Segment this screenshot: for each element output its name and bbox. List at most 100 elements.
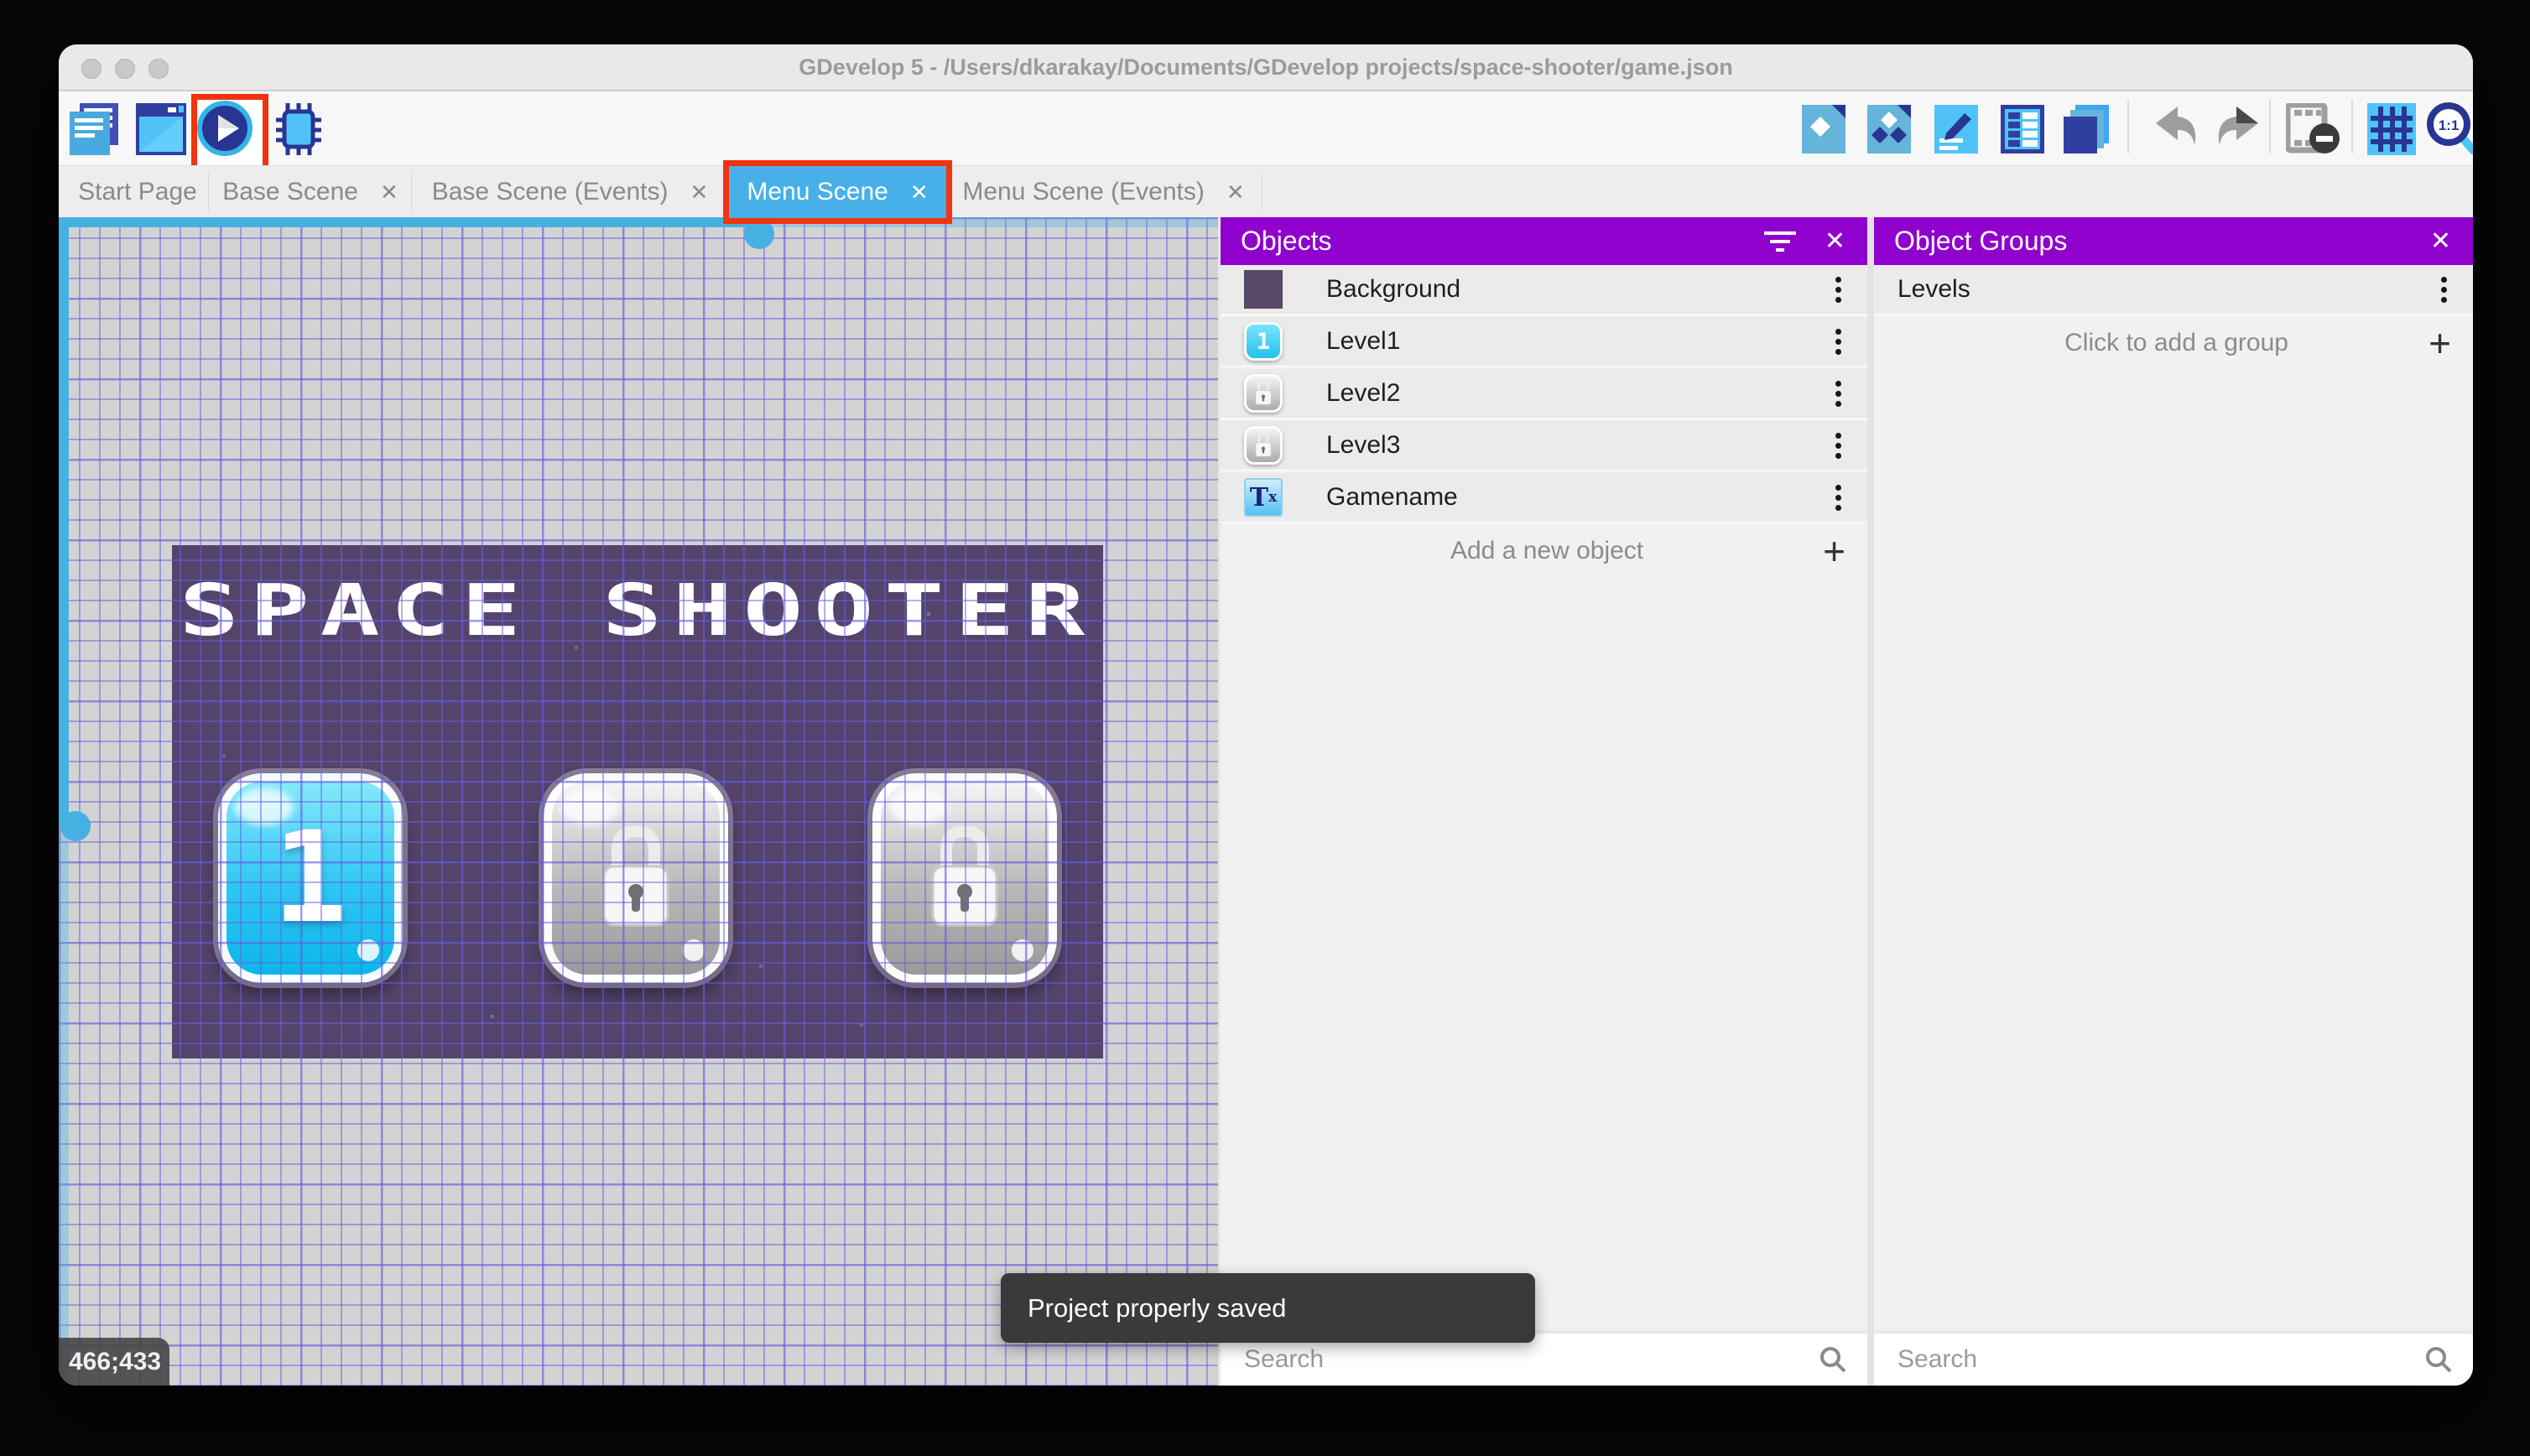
close-tab-icon[interactable]: ✕ [380, 179, 398, 205]
toolbar-separator [2351, 100, 2353, 153]
instances-list-icon[interactable] [2001, 105, 2044, 153]
scene-canvas[interactable]: SPACE SHOOTER 1 466;433 [59, 217, 1218, 1386]
scene-title-text: SPACE SHOOTER [179, 569, 1096, 653]
vertical-scroll-thumb[interactable] [59, 217, 69, 826]
row-menu-icon[interactable] [1835, 481, 1842, 515]
tab-label: Menu Scene (Events) [962, 178, 1205, 205]
close-panel-icon[interactable]: ✕ [2430, 226, 2451, 256]
button-dot [357, 939, 379, 961]
objects-search-input[interactable] [1242, 1344, 1819, 1375]
mask-icon[interactable] [2286, 103, 2341, 155]
tab-base-scene-events[interactable]: Base Scene (Events) ✕ [413, 166, 727, 218]
row-menu-icon[interactable] [2441, 273, 2448, 307]
lock-icon [1253, 433, 1273, 458]
object-groups-panel: Levels Click to add a group + [1874, 265, 2473, 1334]
background-thumbnail [1244, 270, 1283, 309]
level1-thumbnail: 1 [1244, 322, 1283, 361]
row-menu-icon[interactable] [1835, 273, 1842, 307]
properties-icon[interactable] [1934, 105, 1978, 153]
object-name: Level2 [1326, 379, 1401, 407]
add-group-row[interactable]: Click to add a group + [1874, 317, 2473, 369]
object-groups-search-bar [1874, 1334, 2473, 1386]
objects-panel: Background 1 Level1 Level2 Level3 Tx Gam… [1221, 265, 1867, 1334]
title-bar: GDevelop 5 - /Users/dkarakay/Documents/G… [59, 44, 2473, 91]
button-dot [683, 939, 705, 961]
canvas-panel-divider [1218, 217, 1221, 1386]
object-row-level2[interactable]: Level2 [1221, 369, 1867, 419]
grid-icon[interactable] [2367, 103, 2416, 155]
tab-bar: Start Page Base Scene ✕ Base Scene (Even… [59, 160, 2473, 224]
scene-editor-icon[interactable] [136, 103, 186, 155]
undo-icon[interactable] [2153, 105, 2201, 152]
tab-start-page[interactable]: Start Page [67, 166, 208, 218]
close-panel-icon[interactable]: ✕ [1825, 226, 1845, 256]
game-scene-background[interactable]: SPACE SHOOTER 1 [172, 545, 1103, 1058]
layers-icon[interactable] [2064, 105, 2111, 153]
level-2-locked-button[interactable] [544, 773, 728, 983]
project-manager-icon[interactable] [70, 103, 123, 155]
panel-divider[interactable] [1867, 217, 1874, 1386]
scene-stars [172, 545, 175, 549]
redo-icon[interactable] [2213, 105, 2262, 152]
tab-label: Start Page [78, 178, 197, 205]
object-row-level1[interactable]: 1 Level1 [1221, 317, 1867, 367]
tab-menu-scene-events[interactable]: Menu Scene (Events) ✕ [946, 166, 1261, 218]
lock-icon [1253, 381, 1273, 406]
tab-label: Menu Scene [747, 178, 888, 205]
level-1-button[interactable]: 1 [218, 773, 403, 983]
plus-icon[interactable]: + [1823, 528, 1845, 574]
object-name: Gamename [1326, 483, 1458, 511]
button-shine [889, 788, 948, 825]
object-name: Level3 [1326, 431, 1401, 459]
object-name: Level1 [1326, 327, 1401, 355]
row-menu-icon[interactable] [1835, 377, 1842, 411]
filter-icon[interactable] [1763, 226, 1796, 257]
tab-label: Base Scene [222, 178, 358, 205]
tab-menu-scene[interactable]: Menu Scene ✕ [723, 160, 952, 224]
button-shine [235, 788, 294, 825]
object-row-gamename[interactable]: Tx Gamename [1221, 473, 1867, 523]
level-3-locked-button[interactable] [872, 773, 1057, 983]
objects-panel-icon[interactable] [1802, 105, 1845, 153]
toolbar-separator [2127, 100, 2129, 153]
object-groups-panel-title: Object Groups [1894, 226, 2068, 256]
toast-message: Project properly saved [1028, 1292, 1287, 1323]
horizontal-scroll-thumb[interactable] [59, 217, 759, 227]
toolbar-separator [2269, 100, 2271, 153]
object-row-level3[interactable]: Level3 [1221, 421, 1867, 471]
tab-base-scene[interactable]: Base Scene ✕ [210, 166, 411, 218]
save-toast: Project properly saved [1001, 1273, 1535, 1343]
app-window: GDevelop 5 - /Users/dkarakay/Documents/G… [59, 44, 2473, 1386]
debug-icon[interactable] [273, 101, 325, 157]
add-new-object-row[interactable]: Add a new object + [1221, 525, 1867, 577]
button-shine [560, 788, 619, 825]
add-group-label: Click to add a group [2064, 329, 2288, 356]
close-tab-icon[interactable]: ✕ [910, 179, 929, 205]
object-groups-panel-header: Object Groups ✕ [1874, 217, 2473, 265]
close-tab-icon[interactable]: ✕ [1226, 179, 1245, 205]
toolbar: 1:1 [59, 91, 2473, 174]
level-number: 1 [272, 805, 349, 951]
play-preview-icon[interactable] [197, 101, 252, 156]
cursor-coordinates-badge: 466;433 [59, 1338, 169, 1386]
object-groups-icon[interactable] [1867, 105, 1911, 153]
level2-thumbnail [1244, 374, 1283, 413]
plus-icon[interactable]: + [2428, 320, 2451, 366]
lock-icon [594, 826, 678, 931]
group-row-levels[interactable]: Levels [1874, 265, 2473, 315]
search-icon [2426, 1347, 2452, 1373]
tab-label: Base Scene (Events) [431, 178, 669, 205]
text-object-thumbnail: Tx [1244, 478, 1283, 517]
button-dot [1012, 939, 1033, 961]
group-name: Levels [1898, 275, 1970, 303]
zoom-1-1-icon[interactable]: 1:1 [2426, 101, 2473, 157]
objects-panel-header: Objects ✕ [1221, 217, 1867, 265]
row-menu-icon[interactable] [1835, 325, 1842, 359]
object-row-background[interactable]: Background [1221, 265, 1867, 315]
level3-thumbnail [1244, 426, 1283, 465]
lock-icon [923, 826, 1007, 931]
object-groups-search-input[interactable] [1896, 1344, 2424, 1375]
object-name: Background [1326, 275, 1461, 303]
close-tab-icon[interactable]: ✕ [690, 179, 709, 205]
row-menu-icon[interactable] [1835, 429, 1842, 463]
